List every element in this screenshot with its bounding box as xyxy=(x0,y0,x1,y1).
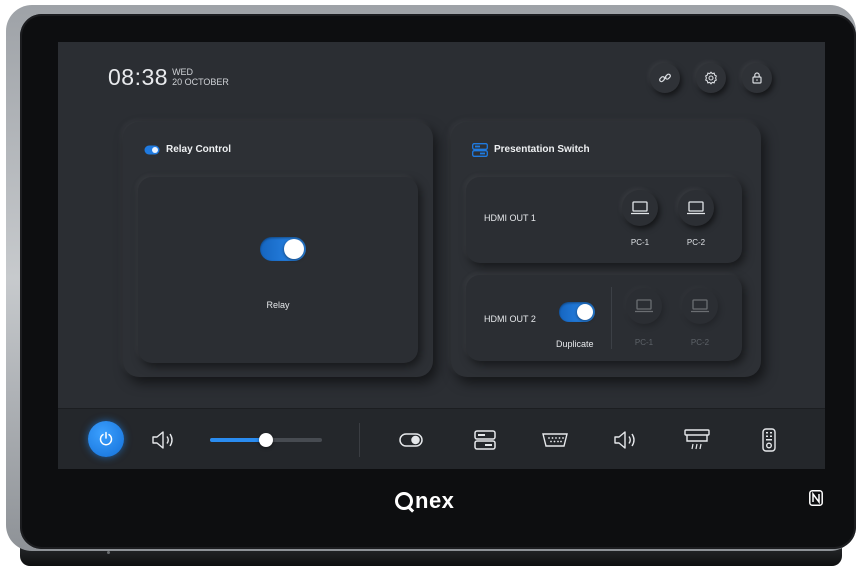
hdmi-out-2-label: HDMI OUT 2 xyxy=(484,314,536,324)
touch-screen: 08:38 WED 20 OCTOBER Relay Control Relay… xyxy=(58,42,825,469)
clock: 08:38 WED 20 OCTOBER xyxy=(108,64,229,91)
relay-label: Relay xyxy=(266,300,290,310)
nfc-icon xyxy=(809,490,823,506)
projector-screen-button[interactable] xyxy=(684,427,710,453)
clock-date: WED 20 OCTOBER xyxy=(172,67,229,87)
out2-pc2-button[interactable] xyxy=(682,288,718,324)
hdmi-out-2-panel: HDMI OUT 2 Duplicate PC-1 PC-2 xyxy=(466,275,742,361)
lock-icon xyxy=(752,72,762,84)
laptop-icon xyxy=(635,299,653,313)
presentation-card-title-text: Presentation Switch xyxy=(494,144,590,155)
out2-pc1-button[interactable] xyxy=(626,288,662,324)
volume-slider[interactable] xyxy=(210,433,322,447)
laptop-icon xyxy=(631,201,649,215)
relay-panel: Relay xyxy=(138,177,418,363)
volume-slider-fill xyxy=(210,438,266,442)
audio-button[interactable] xyxy=(613,427,639,453)
clock-day-month: 20 OCTOBER xyxy=(172,77,229,87)
out2-pc2-label: PC-2 xyxy=(690,338,710,347)
brand-logo-text: nex xyxy=(415,488,455,513)
presentation-card-title: Presentation Switch xyxy=(472,143,590,157)
relay-toggle-knob xyxy=(284,239,304,259)
volume-slider-thumb[interactable] xyxy=(259,433,273,447)
brand-logo-mark xyxy=(395,492,413,510)
hdmi-out-1-label: HDMI OUT 1 xyxy=(484,213,536,223)
laptop-icon xyxy=(687,201,705,215)
out1-pc1-button[interactable] xyxy=(622,190,658,226)
lock-button[interactable] xyxy=(742,63,772,93)
duplicate-toggle[interactable] xyxy=(559,302,595,322)
switcher-shortcut-button[interactable] xyxy=(472,427,498,453)
remote-control-button[interactable] xyxy=(756,427,782,453)
bottom-control-bar xyxy=(58,408,825,469)
hdmi-out-1-panel: HDMI OUT 1 PC-1 PC-2 xyxy=(466,177,742,263)
bar-divider xyxy=(359,423,360,457)
serial-port-icon xyxy=(542,433,568,447)
settings-icon xyxy=(705,71,717,85)
settings-button[interactable] xyxy=(696,63,726,93)
toggle-icon xyxy=(399,433,423,447)
relay-card-title: Relay Control xyxy=(144,144,232,155)
presentation-switch-card: Presentation Switch HDMI OUT 1 PC-1 PC-2… xyxy=(451,122,761,377)
relay-control-card: Relay Control Relay xyxy=(123,122,433,377)
remote-control-icon xyxy=(762,428,776,452)
switcher-icon xyxy=(474,430,496,450)
volume-button[interactable] xyxy=(151,427,177,453)
out2-divider xyxy=(611,287,612,349)
duplicate-toggle-knob xyxy=(577,304,593,320)
out1-pc2-label: PC-2 xyxy=(686,238,706,247)
speaker-icon xyxy=(614,431,635,449)
switcher-icon xyxy=(472,143,488,157)
link-icon xyxy=(659,73,671,83)
out1-pc2-button[interactable] xyxy=(678,190,714,226)
relay-card-title-text: Relay Control xyxy=(166,144,232,155)
clock-time: 08:38 xyxy=(108,64,169,90)
toggle-icon xyxy=(144,145,160,155)
clock-weekday: WED xyxy=(172,67,194,77)
link-button[interactable] xyxy=(650,63,680,93)
relay-toggle[interactable] xyxy=(260,237,306,261)
out2-pc1-label: PC-1 xyxy=(634,338,654,347)
relay-shortcut-button[interactable] xyxy=(398,427,424,453)
brand-logo: nex xyxy=(395,488,454,514)
projector-screen-icon xyxy=(684,429,710,450)
power-icon xyxy=(99,431,113,446)
power-button[interactable] xyxy=(88,421,124,457)
duplicate-label: Duplicate xyxy=(556,339,594,349)
speaker-icon xyxy=(152,431,173,449)
camera-dot xyxy=(107,551,110,554)
out1-pc1-label: PC-1 xyxy=(630,238,650,247)
serial-control-button[interactable] xyxy=(542,427,568,453)
laptop-icon xyxy=(691,299,709,313)
